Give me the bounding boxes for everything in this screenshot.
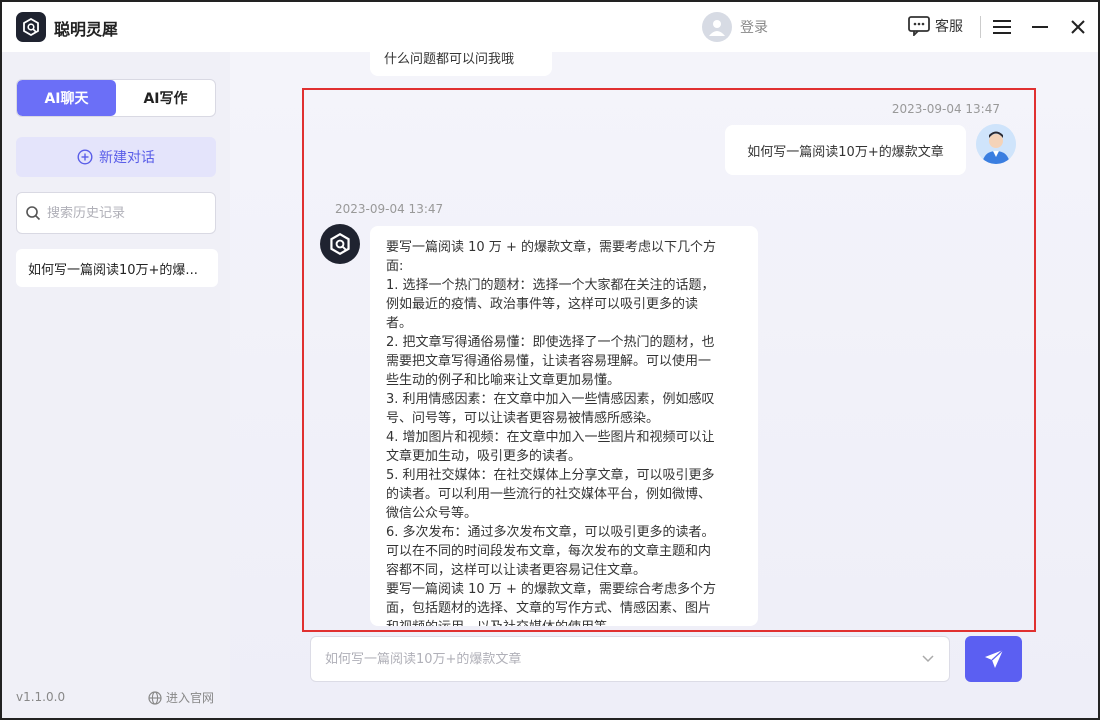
- mode-tabs: AI聊天 AI写作: [16, 79, 216, 117]
- customer-service-button[interactable]: 客服: [908, 16, 963, 36]
- history-item[interactable]: 如何写一篇阅读10万+的爆...: [16, 249, 218, 287]
- chat-area: 什么问题都可以问我哦 2023-09-04 13:47 如何写一篇阅读10万+的…: [230, 52, 1098, 718]
- user-avatar: [976, 124, 1016, 164]
- bot-message-timestamp: 2023-09-04 13:47: [335, 202, 444, 216]
- send-icon: [984, 649, 1003, 668]
- title-bar: 聪明灵犀 登录 客服: [2, 2, 1098, 52]
- website-label: 进入官网: [166, 691, 215, 705]
- app-window: 聪明灵犀 登录 客服 AI聊天 AI写作 新建对话 搜索历史记录 如何写一篇阅读…: [0, 0, 1100, 720]
- bot-message-line: 者。: [386, 316, 413, 331]
- close-icon[interactable]: [1066, 15, 1090, 39]
- tab-ai-writing[interactable]: AI写作: [116, 80, 215, 116]
- new-chat-button[interactable]: 新建对话: [16, 137, 216, 177]
- new-chat-label: 新建对话: [99, 150, 155, 166]
- bot-message-line: 微信公众号等。: [386, 506, 478, 521]
- bot-message-line: 面:: [386, 259, 404, 274]
- message-composer: [310, 636, 950, 682]
- plus-circle-icon: [77, 149, 93, 165]
- login-label: 登录: [740, 20, 768, 36]
- bot-message-line: 例如最近的疫情、政治事件等，这样可以吸引更多的读: [386, 297, 699, 312]
- bot-message-line: 容都不同，这样可以让读者更容易记住文章。: [386, 563, 647, 578]
- user-placeholder-icon: [702, 12, 732, 42]
- user-message-bubble: 如何写一篇阅读10万+的爆款文章: [725, 125, 966, 175]
- bot-message-line: 的读者。可以利用一些流行的社交媒体平台，例如微博、: [386, 487, 712, 502]
- login-button[interactable]: 登录: [702, 12, 768, 42]
- search-input[interactable]: [47, 205, 207, 221]
- search-icon: [26, 206, 41, 221]
- service-label: 客服: [935, 19, 963, 35]
- bot-message-bubble: 要写一篇阅读 10 万 + 的爆款文章，需要考虑以下几个方 面: 1. 选择一个…: [370, 226, 758, 626]
- bot-message-line: 2. 把文章写得通俗易懂：即使选择了一个热门的题材，也: [386, 335, 715, 350]
- bot-message-line: 1. 选择一个热门的题材：选择一个大家都在关注的话题，: [386, 278, 715, 293]
- chat-bubble-icon: [908, 16, 930, 36]
- previous-message-text: 什么问题都可以问我哦: [384, 52, 515, 67]
- bot-message-line: 号、问号等，可以让读者更容易被情感所感染。: [386, 411, 660, 426]
- user-message-timestamp: 2023-09-04 13:47: [891, 102, 1000, 116]
- message-input[interactable]: [325, 651, 905, 667]
- previous-message-bubble: 什么问题都可以问我哦: [370, 52, 552, 76]
- bot-avatar-icon: [320, 224, 360, 264]
- app-logo-icon: [16, 12, 46, 42]
- bot-message-line: 3. 利用情感因素：在文章中加入一些情感因素，例如感叹: [386, 392, 715, 407]
- bot-message-line: 可以在不同的时间段发布文章，每次发布的文章主题和内: [386, 544, 712, 559]
- app-title: 聪明灵犀: [54, 20, 119, 39]
- bot-message-line: 和视频的运用，以及社交媒体的使用等。: [386, 618, 742, 626]
- bot-message-line: 要写一篇阅读 10 万 + 的爆款文章，需要综合考虑多个方: [386, 582, 716, 597]
- bot-message-line: 5. 利用社交媒体：在社交媒体上分享文章，可以吸引更多: [386, 468, 715, 483]
- menu-icon[interactable]: [990, 15, 1014, 39]
- tab-ai-chat[interactable]: AI聊天: [17, 80, 116, 116]
- bot-message-line: 些生动的例子和比喻来让文章更加易懂。: [386, 373, 621, 388]
- bot-message-line: 4. 增加图片和视频：在文章中加入一些图片和视频可以让: [386, 430, 715, 445]
- chevron-down-icon[interactable]: [921, 651, 935, 665]
- sidebar: AI聊天 AI写作 新建对话 如何写一篇阅读10万+的爆... v1.1.0.0…: [2, 52, 230, 718]
- send-button[interactable]: [965, 636, 1022, 682]
- bot-message-line: 文章更加生动，吸引更多的读者。: [386, 449, 582, 464]
- title-bar-divider: [980, 16, 981, 38]
- bot-message-line: 需要把文章写得通俗易懂，让读者容易理解。可以使用一: [386, 354, 712, 369]
- globe-icon: [148, 690, 162, 705]
- website-link[interactable]: 进入官网: [148, 689, 214, 706]
- bot-message-line: 6. 多次发布：通过多次发布文章，可以吸引更多的读者。: [386, 525, 715, 540]
- bot-message-line: 要写一篇阅读 10 万 + 的爆款文章，需要考虑以下几个方: [386, 240, 716, 255]
- version-label: v1.1.0.0: [16, 690, 66, 704]
- history-search: [16, 192, 216, 234]
- bot-message-line: 面，包括题材的选择、文章的写作方式、情感因素、图片: [386, 601, 712, 616]
- minimize-icon[interactable]: [1028, 15, 1052, 39]
